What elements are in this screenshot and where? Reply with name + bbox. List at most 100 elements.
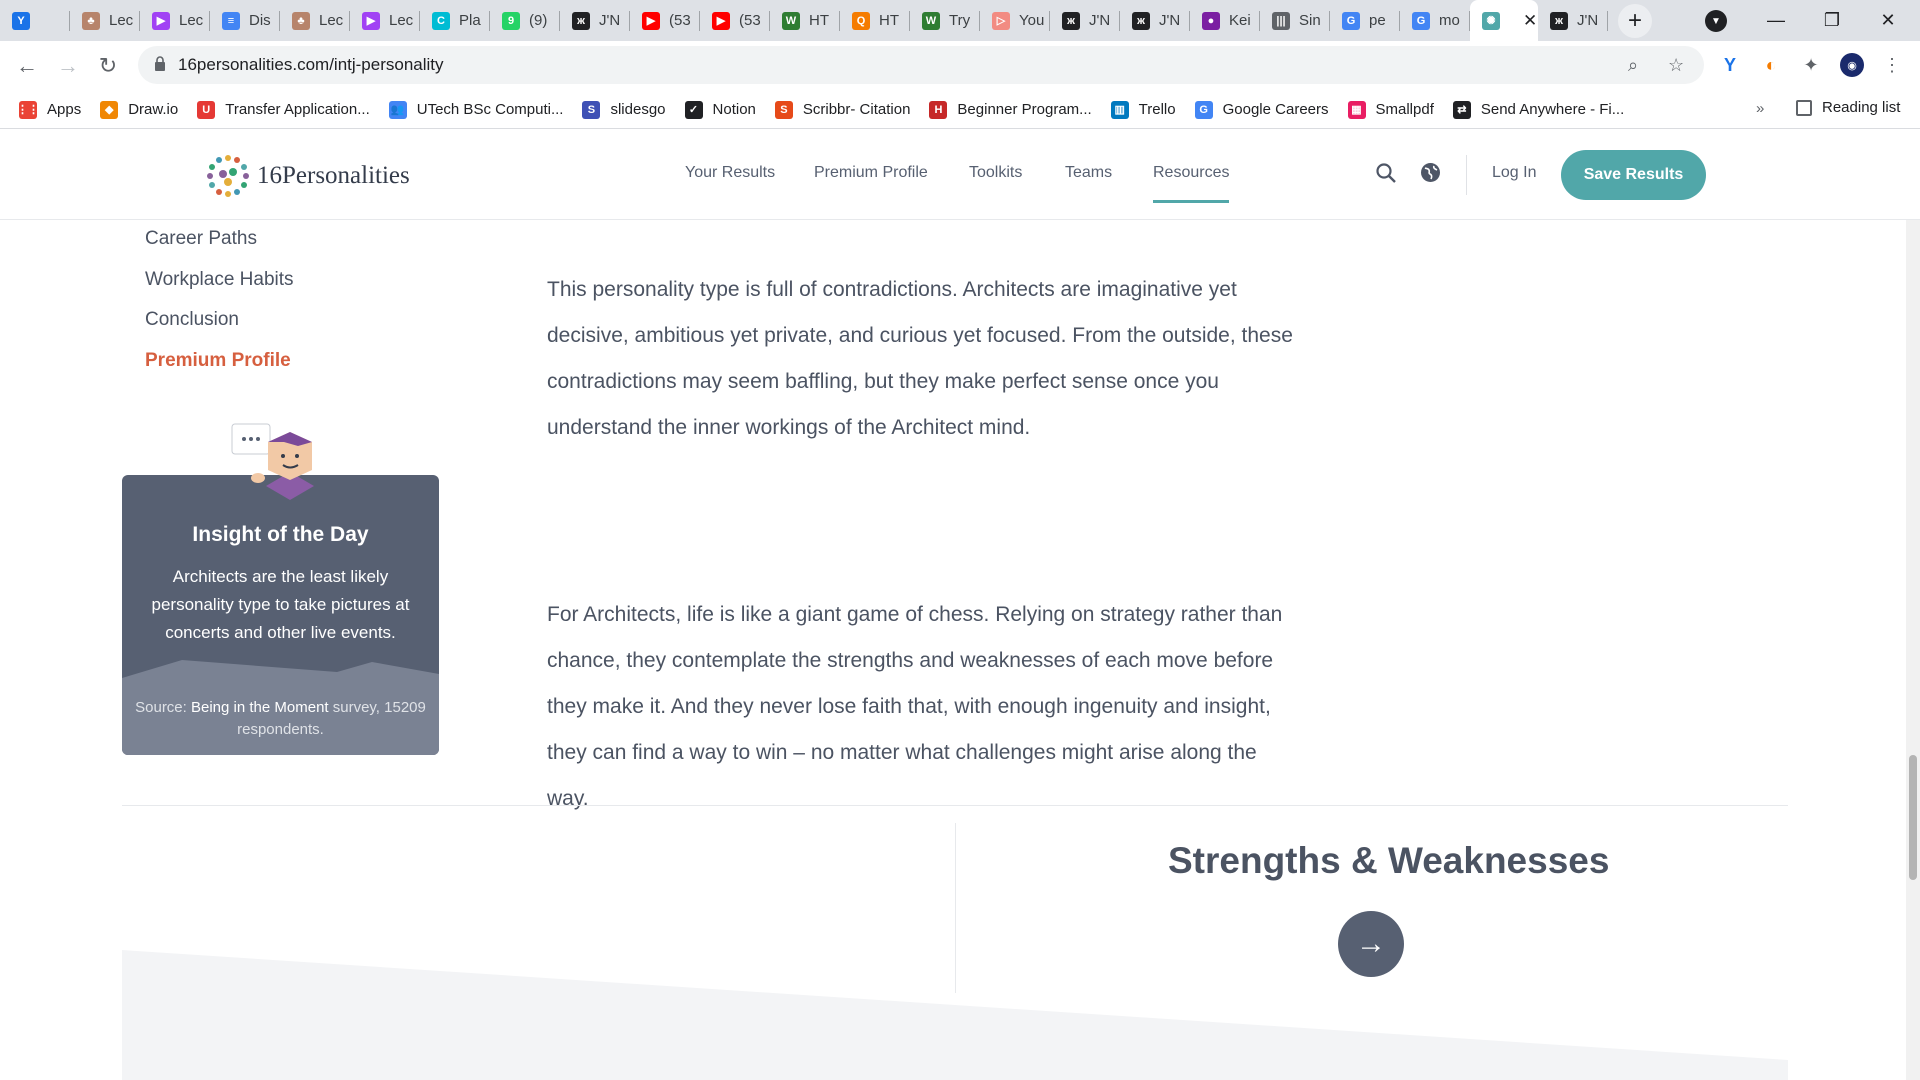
browser-tab[interactable]: ж J'N <box>1538 0 1608 41</box>
architect-avatar-icon <box>231 423 314 500</box>
bookmark-item[interactable]: Sslidesgo <box>582 100 666 119</box>
tab-search-icon[interactable]: ▼ <box>1705 10 1727 32</box>
browser-tab[interactable]: ж J'N <box>1050 0 1120 41</box>
browser-tab[interactable]: ж J'N <box>1120 0 1190 41</box>
butterfly-icon: ж <box>1062 11 1080 30</box>
browser-tab[interactable]: ▶ (53 <box>700 0 770 41</box>
browser-tab[interactable]: ▶ Lec <box>140 0 210 41</box>
extension-y-icon[interactable]: Y <box>1718 53 1742 77</box>
nav-resources[interactable]: Resources <box>1153 164 1230 203</box>
browser-tab[interactable]: ≡ Dis <box>210 0 280 41</box>
url-text: 16personalities.com/intj-personality <box>178 55 444 74</box>
sidebar-link-premium-profile[interactable]: Premium Profile <box>145 350 291 372</box>
bookmark-item[interactable]: H Beginner Program... <box>929 100 1092 119</box>
site-logo[interactable]: 16Personalities <box>205 153 410 199</box>
bookmark-label: Scribbr- Citation <box>802 101 911 118</box>
close-tab-icon[interactable]: ✕ <box>1523 11 1537 31</box>
login-link[interactable]: Log In <box>1492 164 1536 182</box>
browser-tab[interactable]: Q HT <box>840 0 910 41</box>
browser-tab[interactable]: 9 (9) <box>490 0 560 41</box>
browser-tab[interactable]: ♣ Lec <box>70 0 140 41</box>
sidebar-link-career-paths[interactable]: Career Paths <box>145 228 257 250</box>
search-icon[interactable] <box>1375 162 1397 190</box>
new-tab-icon[interactable]: + <box>1618 3 1652 38</box>
insight-source-link[interactable]: Being in the Moment <box>191 699 329 716</box>
logo-dot <box>229 168 237 176</box>
address-bar[interactable]: 16personalities.com/intj-personality ⌕ ☆ <box>138 46 1704 84</box>
tab-title: (9) <box>529 12 548 29</box>
browser-tab[interactable]: ▶ (53 <box>630 0 700 41</box>
scrollbar-thumb[interactable] <box>1909 755 1917 880</box>
restore-icon[interactable]: ❐ <box>1804 0 1860 41</box>
browser-tab[interactable]: W HT <box>770 0 840 41</box>
hub-icon: H <box>929 100 948 119</box>
bookmark-item[interactable]: ▦ Smallpdf <box>1347 100 1434 119</box>
profile-avatar-icon[interactable]: ◉ <box>1840 53 1864 77</box>
bookmark-label: Notion <box>712 101 756 118</box>
google-icon: G <box>1412 11 1430 30</box>
article-paragraph-1: This personality type is full of contrad… <box>547 267 1347 451</box>
tree-icon: ♣ <box>82 11 100 30</box>
scribbr-icon: S <box>774 100 793 119</box>
tab-title: HT <box>809 12 829 29</box>
paragraph-line: they make it. And they never lose faith … <box>547 695 1271 718</box>
browser-tab[interactable]: ▷ You <box>980 0 1050 41</box>
docs-icon: ≡ <box>222 11 240 30</box>
tab-title: Lec <box>319 12 344 29</box>
extensions-puzzle-icon[interactable]: ✦ <box>1799 53 1823 77</box>
browser-tab[interactable]: ● Kei <box>1190 0 1260 41</box>
bookmark-item[interactable]: ▥ Trello <box>1110 100 1176 119</box>
smallpdf-icon: ▦ <box>1347 100 1366 119</box>
extension-honey-icon[interactable]: ◐ <box>1759 53 1783 77</box>
nav-your-results[interactable]: Your Results <box>685 164 775 182</box>
browser-tab[interactable]: ж J'N <box>560 0 630 41</box>
bookmark-label: Apps <box>47 101 82 118</box>
browser-tab[interactable]: Y <box>0 0 70 41</box>
nav-teams[interactable]: Teams <box>1065 164 1112 182</box>
people-icon: 👥 <box>388 100 407 119</box>
logo-dot <box>234 188 240 195</box>
c-icon: C <box>432 11 450 30</box>
globe-icon[interactable] <box>1420 162 1441 189</box>
browser-tab[interactable]: W Try <box>910 0 980 41</box>
zoom-icon[interactable]: ⌕ <box>1628 55 1638 76</box>
nav-toolkits[interactable]: Toolkits <box>969 164 1022 182</box>
sidebar-link-conclusion[interactable]: Conclusion <box>145 309 239 331</box>
close-window-icon[interactable]: ✕ <box>1860 0 1916 41</box>
browser-tab[interactable]: ♣ Lec <box>280 0 350 41</box>
bookmark-item[interactable]: ⇄ Send Anywhere - Fi... <box>1452 100 1624 119</box>
browser-tab[interactable]: ✺ ✕ <box>1470 0 1538 41</box>
back-icon[interactable]: ← <box>12 51 42 81</box>
sidebar-link-workplace-habits[interactable]: Workplace Habits <box>145 269 294 291</box>
bookmark-item[interactable]: U Transfer Application... <box>197 100 370 119</box>
bookmark-star-icon[interactable]: ☆ <box>1668 55 1684 76</box>
tab-title: mo <box>1439 12 1460 29</box>
page-scrollbar[interactable] <box>1906 130 1920 1080</box>
forward-icon[interactable]: → <box>53 51 83 81</box>
browser-tab[interactable]: Gmo <box>1400 0 1470 41</box>
bookmark-item[interactable]: ◆ Draw.io <box>100 100 178 119</box>
bookmark-item[interactable]: G Google Careers <box>1194 100 1329 119</box>
bookmark-label: Smallpdf <box>1375 101 1434 118</box>
bookmark-item[interactable]: S Scribbr- Citation <box>774 100 911 119</box>
menu-kebab-icon[interactable]: ⋮ <box>1880 53 1904 77</box>
paragraph-line: chance, they contemplate the strengths a… <box>547 649 1274 672</box>
slidesgo-icon: S <box>582 100 601 119</box>
logo-dot <box>216 157 222 164</box>
browser-tab[interactable]: ||| Sin <box>1260 0 1330 41</box>
check-icon: ✓ <box>684 100 703 119</box>
tab-title: Try <box>949 12 971 29</box>
save-results-button[interactable]: Save Results <box>1561 150 1706 200</box>
minimize-icon[interactable]: — <box>1748 0 1804 41</box>
logo-dot <box>219 170 227 178</box>
browser-tab[interactable]: Gpe <box>1330 0 1400 41</box>
play-icon: ▶ <box>362 11 380 30</box>
nav-premium-profile[interactable]: Premium Profile <box>814 164 928 182</box>
bookmark-item[interactable]: ✓ Notion <box>684 100 756 119</box>
browser-tab[interactable]: C Pla <box>420 0 490 41</box>
logo-dots-icon <box>205 153 251 199</box>
bookmark-item[interactable]: 👥 UTech BSc Computi... <box>388 100 563 119</box>
reload-icon[interactable]: ↻ <box>93 51 123 81</box>
bookmark-item[interactable]: ⋮⋮ Apps <box>17 100 82 119</box>
browser-tab[interactable]: ▶ Lec <box>350 0 420 41</box>
